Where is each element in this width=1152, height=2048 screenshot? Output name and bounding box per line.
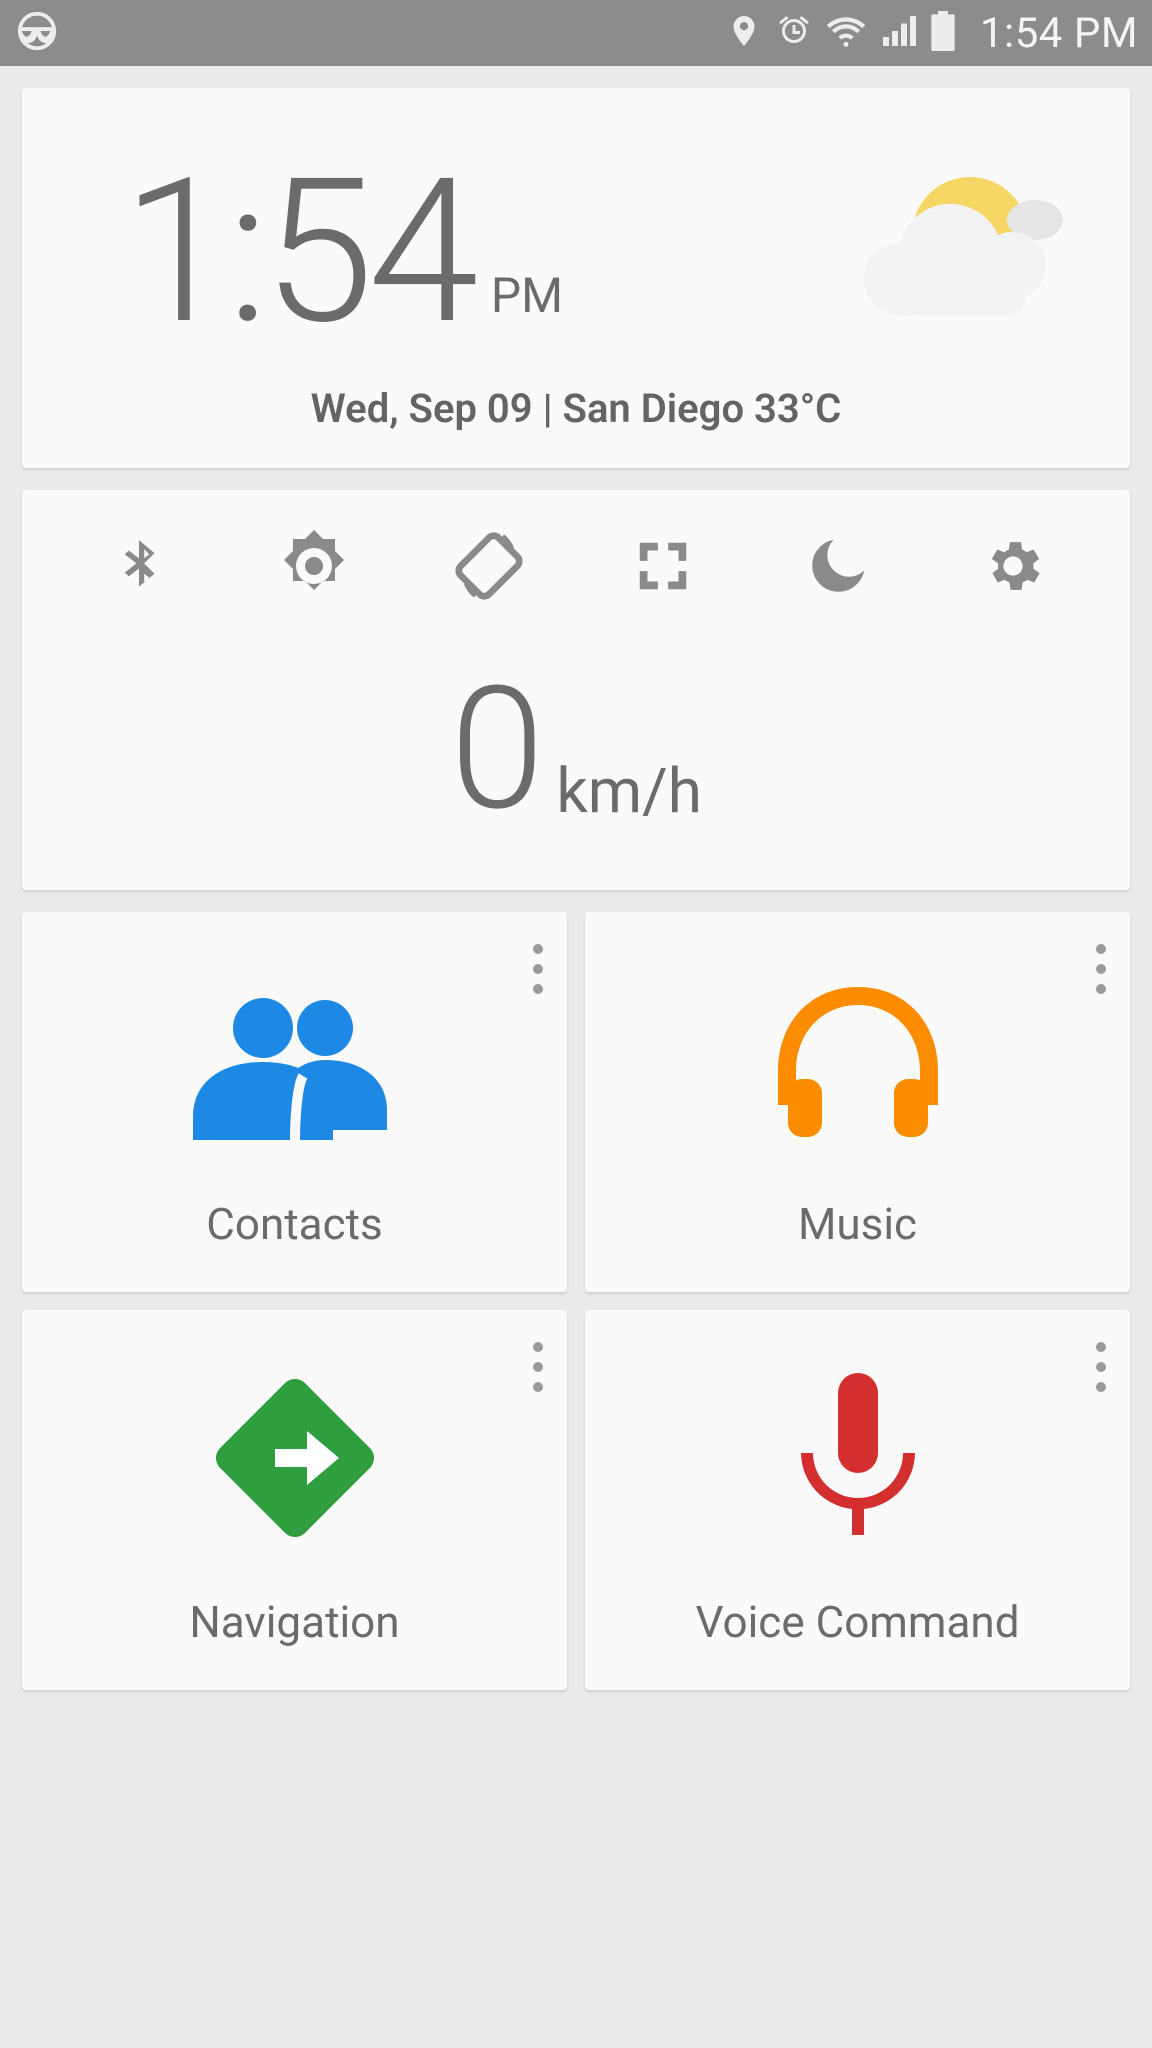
fullscreen-icon	[632, 535, 694, 601]
speed-card: 0 km/h	[22, 490, 1130, 890]
tile-label: Contacts	[206, 1198, 383, 1272]
brightness-toggle[interactable]	[254, 518, 374, 618]
music-tile[interactable]: Music	[585, 912, 1130, 1292]
alarm-icon	[776, 13, 812, 53]
tile-overflow-menu[interactable]	[1096, 1342, 1106, 1392]
quick-toggle-row	[22, 518, 1130, 618]
clock-time: 1:54	[122, 152, 473, 352]
tile-overflow-menu[interactable]	[533, 1342, 543, 1392]
signal-icon	[880, 13, 916, 53]
weather-partly-cloudy-icon	[840, 165, 1070, 339]
gear-icon	[980, 533, 1046, 603]
tile-label: Navigation	[189, 1596, 399, 1670]
wifi-icon	[826, 11, 866, 55]
bluetooth-toggle[interactable]	[79, 518, 199, 618]
tile-overflow-menu[interactable]	[1096, 944, 1106, 994]
contacts-icon	[185, 922, 405, 1198]
date-location-line: Wed, Sep 09 | San Diego 33°C	[62, 385, 1090, 440]
night-toggle[interactable]	[778, 518, 898, 618]
steering-wheel-icon	[14, 8, 60, 58]
voice-command-tile[interactable]: Voice Command	[585, 1310, 1130, 1690]
big-clock: 1:54 PM	[122, 152, 563, 352]
rotate-toggle[interactable]	[429, 518, 549, 618]
app-grid: Contacts Music Navigation	[22, 912, 1130, 1690]
navigation-tile[interactable]: Navigation	[22, 1310, 567, 1690]
tile-overflow-menu[interactable]	[533, 944, 543, 994]
settings-toggle[interactable]	[953, 518, 1073, 618]
status-time: 1:54 PM	[980, 9, 1138, 58]
location-icon	[726, 13, 762, 53]
contacts-tile[interactable]: Contacts	[22, 912, 567, 1292]
battery-icon	[930, 11, 956, 55]
headphones-icon	[758, 922, 958, 1198]
navigate-icon	[200, 1320, 390, 1596]
speed-value: 0	[450, 664, 544, 834]
bluetooth-icon	[108, 535, 170, 601]
mic-icon	[783, 1320, 933, 1596]
status-bar: 1:54 PM	[0, 0, 1152, 66]
speedometer: 0 km/h	[22, 618, 1130, 890]
night-icon	[803, 531, 873, 605]
tile-label: Music	[798, 1198, 917, 1272]
rotate-icon	[449, 526, 529, 610]
brightness-icon	[278, 530, 350, 606]
speed-unit: km/h	[556, 755, 702, 828]
clock-weather-card[interactable]: 1:54 PM Wed, Sep 09 | San Diego 33°C	[22, 88, 1130, 468]
fullscreen-toggle[interactable]	[603, 518, 723, 618]
clock-ampm: PM	[491, 267, 563, 324]
tile-label: Voice Command	[695, 1596, 1019, 1670]
